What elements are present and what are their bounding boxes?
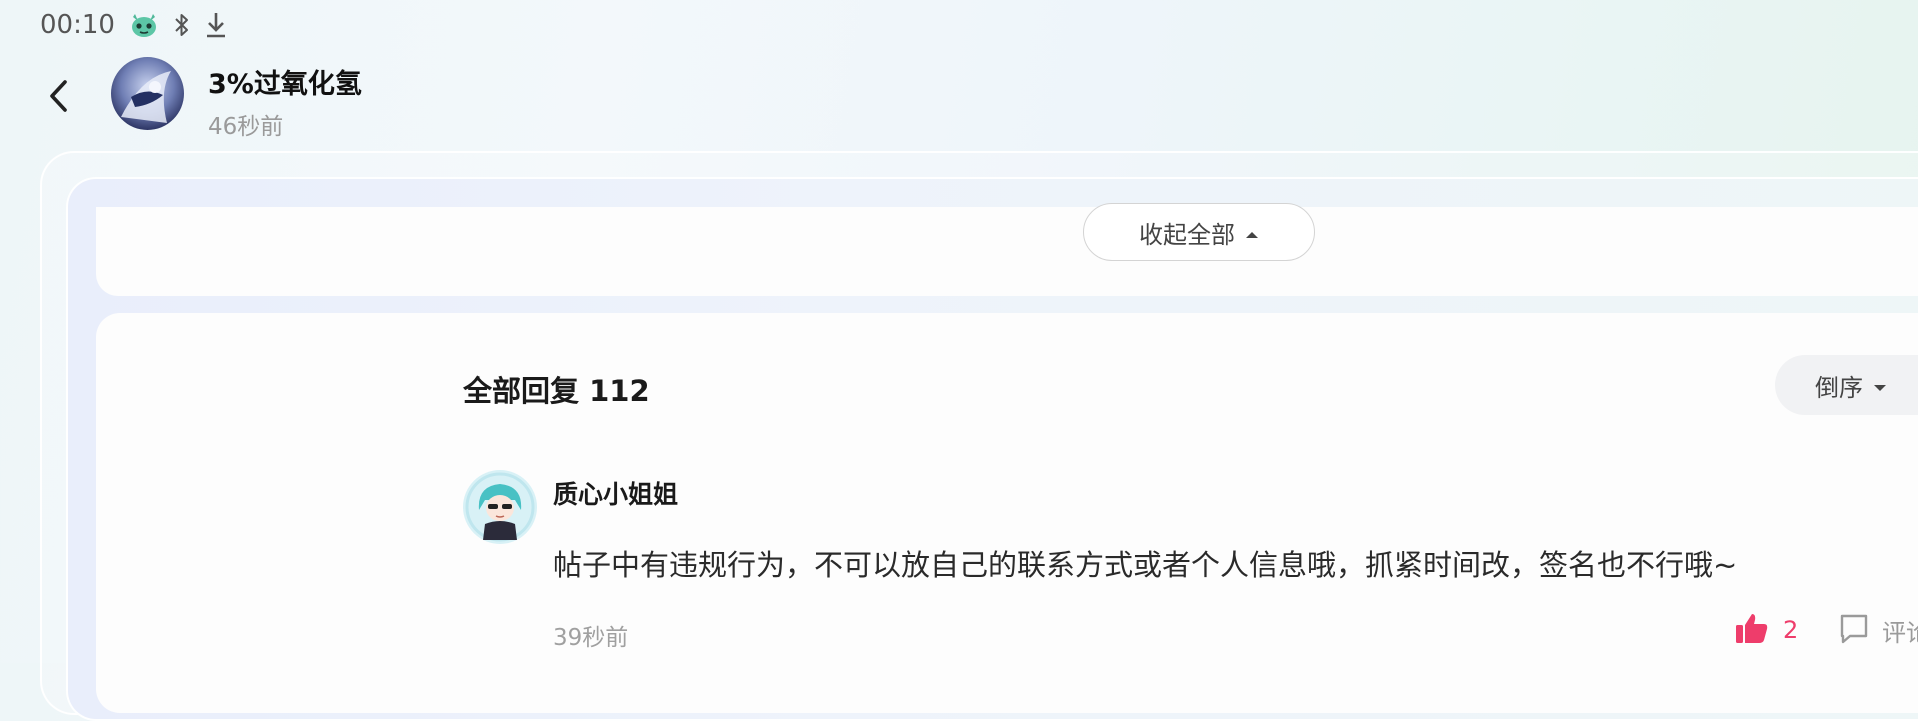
comment-bubble-icon	[1838, 612, 1870, 648]
collapse-label: 收起全部	[1139, 220, 1235, 249]
page-title: 3%过氧化氢	[208, 69, 362, 100]
post-time: 46秒前	[208, 114, 284, 140]
status-time: 00:10	[40, 10, 115, 40]
download-icon	[205, 11, 227, 39]
replies-title: 全部回复 112	[463, 374, 650, 408]
app-mascot-icon	[129, 12, 159, 38]
sort-order-button[interactable]: 倒序	[1775, 355, 1918, 415]
caret-down-icon	[1873, 371, 1887, 399]
like-count: 2	[1783, 616, 1799, 644]
post-card	[96, 207, 1918, 296]
status-bar: 00:10	[40, 8, 227, 42]
back-button[interactable]	[40, 78, 76, 118]
commenter-avatar[interactable]	[463, 470, 537, 544]
collapse-all-button[interactable]: 收起全部	[1083, 203, 1315, 261]
like-button[interactable]: 2	[1735, 612, 1798, 648]
bluetooth-icon	[173, 12, 191, 38]
comment-text: 帖子中有违规行为，不可以放自己的联系方式或者个人信息哦，抓紧时间改，签名也不行哦…	[553, 548, 1738, 582]
comment-reply-button[interactable]: 评论	[1838, 612, 1918, 648]
replies-card	[96, 313, 1918, 713]
thumbs-up-icon	[1735, 612, 1769, 648]
sort-label: 倒序	[1815, 373, 1863, 402]
commenter-name[interactable]: 质心小姐姐	[553, 475, 678, 511]
author-avatar[interactable]	[111, 57, 184, 130]
comment-time: 39秒前	[553, 625, 629, 651]
caret-up-icon	[1245, 218, 1259, 246]
comment-reply-label: 评论	[1882, 618, 1918, 647]
chevron-left-icon	[46, 78, 70, 118]
